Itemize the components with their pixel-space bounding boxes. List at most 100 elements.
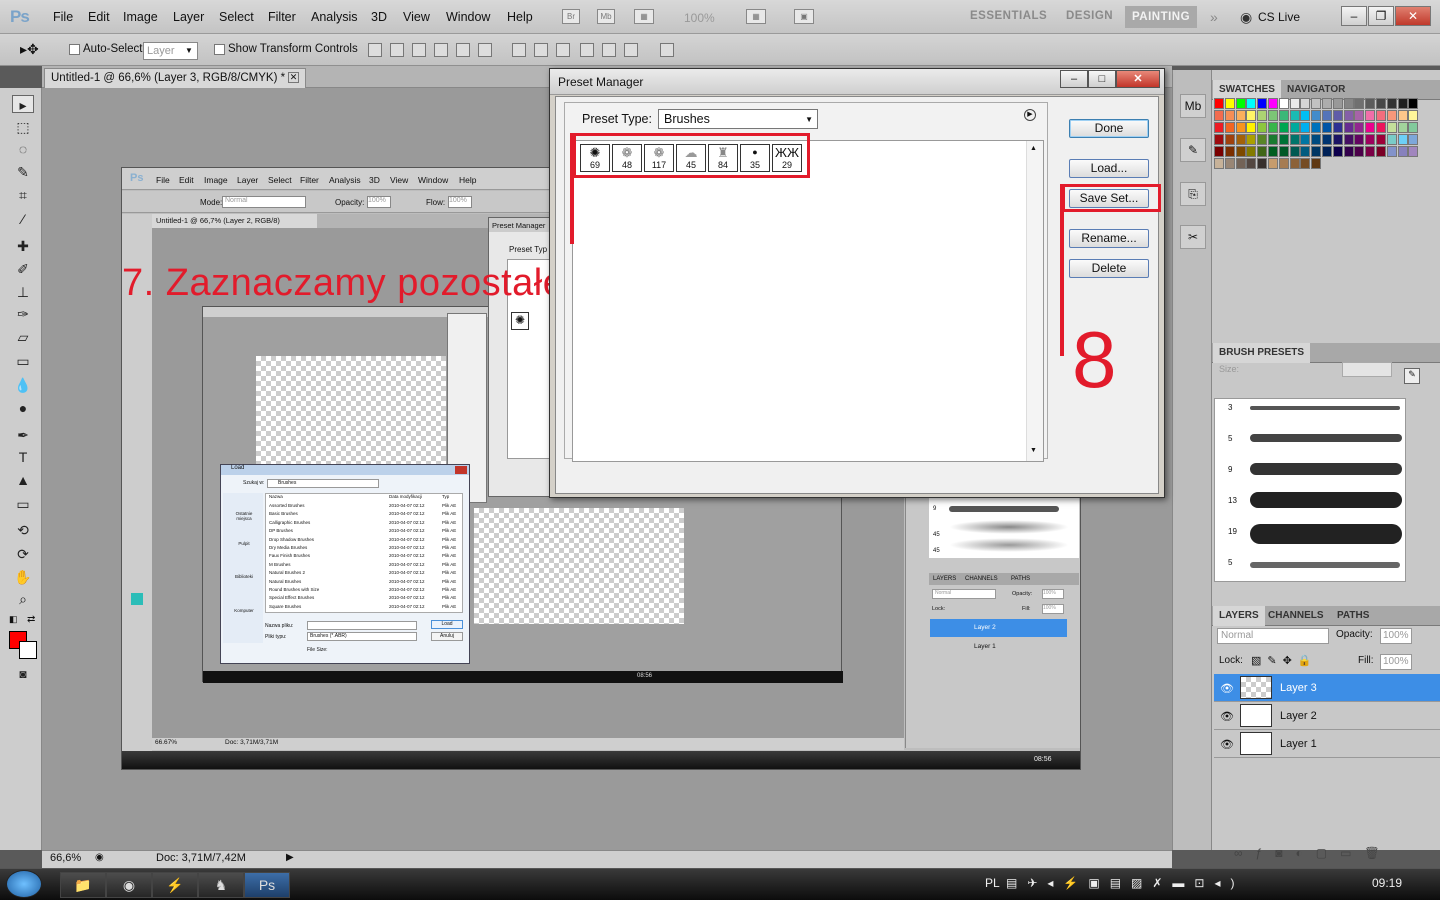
tray-language[interactable]: PL [985,876,1000,890]
swatch[interactable] [1235,122,1246,133]
menu-3d[interactable]: 3D [371,10,387,24]
swatch[interactable] [1289,158,1300,169]
tray-clock[interactable]: 09:19 [1372,876,1402,890]
swatch[interactable] [1246,122,1257,133]
swatch[interactable] [1224,98,1235,109]
menu-view[interactable]: View [403,10,430,24]
brush-size-input[interactable] [1342,362,1392,377]
align-bottom-icon[interactable] [412,43,426,57]
swatch[interactable] [1343,110,1354,121]
eye-icon[interactable]: 👁 [1220,682,1234,695]
layers-footer-icons[interactable]: ∞ƒ◙◐▢▭🗑 [1234,846,1424,860]
status-info-icon[interactable]: ◉ [95,852,104,863]
swatch[interactable] [1278,146,1289,157]
clone-source-icon[interactable]: ⎘ [1180,182,1206,206]
swatch[interactable] [1300,158,1311,169]
swatch[interactable] [1300,98,1311,109]
lock-icons[interactable]: ▧✎✥🔒 [1251,654,1318,667]
swatch[interactable] [1397,146,1408,157]
swatch[interactable] [1235,146,1246,157]
swatch[interactable] [1386,122,1397,133]
swatch[interactable] [1365,146,1376,157]
quick-select-icon[interactable]: ✎ [12,163,34,181]
swatch[interactable] [1332,134,1343,145]
swatch[interactable] [1386,98,1397,109]
eraser-icon[interactable]: ▱ [12,328,34,346]
lasso-tool-icon[interactable]: ◌ [12,140,34,158]
brush-panel-icon[interactable]: ✎ [1180,138,1206,162]
close-icon[interactable]: ✕ [1395,6,1431,26]
auto-align-icon[interactable] [660,43,674,57]
align-hcenter-icon[interactable] [456,43,470,57]
swatch[interactable] [1376,146,1386,157]
swatch[interactable] [1257,122,1268,133]
swatch[interactable] [1365,134,1376,145]
auto-select-checkbox[interactable] [69,44,80,55]
status-arrow-icon[interactable]: ▶ [286,852,294,863]
swatch[interactable] [1214,110,1224,121]
swatch[interactable] [1257,146,1268,157]
distribute-bottom-icon[interactable] [556,43,570,57]
swatch[interactable] [1268,122,1278,133]
workspace-design[interactable]: DESIGN [1066,10,1113,22]
menu-help[interactable]: Help [507,10,533,24]
swatch[interactable] [1300,110,1311,121]
swatch[interactable] [1332,110,1343,121]
swatch[interactable] [1300,146,1311,157]
swatch[interactable] [1278,134,1289,145]
firefox-icon[interactable]: ◉ [106,872,152,898]
swatch[interactable] [1376,134,1386,145]
swatch[interactable] [1214,134,1224,145]
swatch[interactable] [1311,134,1322,145]
document-tab[interactable]: Untitled-1 @ 66,6% (Layer 3, RGB/8/CMYK)… [44,68,306,88]
menu-filter[interactable]: Filter [268,10,296,24]
hand-tool-icon[interactable]: ✋ [12,568,34,586]
tab-navigator[interactable]: NAVIGATOR [1281,80,1351,100]
align-top-icon[interactable] [368,43,382,57]
marquee-tool-icon[interactable]: ⬚ [12,118,34,136]
swatch[interactable] [1257,110,1268,121]
swatch[interactable] [1246,158,1257,169]
3d-orbit-icon[interactable]: ⟳ [12,545,34,563]
swatch[interactable] [1354,134,1365,145]
move-tool-icon[interactable]: ▸ [12,95,34,113]
extras-icon[interactable]: ▦ [634,9,654,24]
swatch[interactable] [1322,134,1332,145]
distribute-hcenter-icon[interactable] [602,43,616,57]
opacity-input[interactable]: 100% [1380,628,1412,644]
transform-controls-checkbox[interactable] [214,44,225,55]
distribute-left-icon[interactable] [580,43,594,57]
swatch[interactable] [1224,158,1235,169]
status-zoom[interactable]: 66,6% [50,852,81,864]
default-colors-icon[interactable]: ◧ [9,614,18,625]
swatch[interactable] [1386,146,1397,157]
swatch[interactable] [1397,110,1408,121]
swatch[interactable] [1376,98,1386,109]
swatch[interactable] [1214,122,1224,133]
swatch[interactable] [1278,122,1289,133]
menu-analysis[interactable]: Analysis [311,10,358,24]
swatch[interactable] [1365,98,1376,109]
swatch[interactable] [1386,110,1397,121]
pm-maximize-icon[interactable]: □ [1088,70,1116,88]
swatch[interactable] [1354,98,1365,109]
distribute-vcenter-icon[interactable] [534,43,548,57]
tab-close-icon[interactable]: ✕ [288,72,299,83]
tab-swatches[interactable]: SWATCHES [1213,80,1281,100]
rename-button[interactable]: Rename... [1069,229,1149,248]
minimize-icon[interactable]: – [1341,6,1367,26]
swatch[interactable] [1343,134,1354,145]
eye-icon[interactable]: 👁 [1220,710,1234,723]
swatch[interactable] [1322,146,1332,157]
zoom-tool-icon[interactable]: ⌕ [12,590,34,608]
swatch[interactable] [1300,134,1311,145]
swatch[interactable] [1235,134,1246,145]
swatch[interactable] [1246,98,1257,109]
swatch[interactable] [1376,122,1386,133]
background-color[interactable] [19,641,37,659]
more-workspaces-icon[interactable]: » [1210,9,1218,25]
path-select-icon[interactable]: ▲ [12,471,34,489]
preset-list-scrollbar[interactable] [1026,141,1043,461]
swatch[interactable] [1332,146,1343,157]
3d-rotate-icon[interactable]: ⟲ [12,521,34,539]
